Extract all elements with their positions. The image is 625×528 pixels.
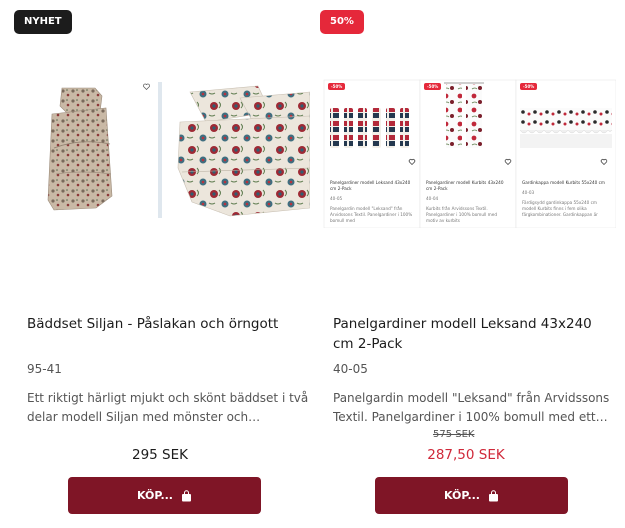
product-title[interactable]: Bäddset Siljan - Påslakan och örngott xyxy=(27,314,310,334)
buy-button-label: KÖP... xyxy=(137,489,173,502)
thumbnail-title: Gardinkappa modell Kurbits 55x240 cm xyxy=(522,180,605,185)
sale-price: 287,50 SEK xyxy=(427,447,505,463)
product-card-siljan[interactable]: NYHET Bäddset Siljan - Påslakan och örng… xyxy=(10,0,311,528)
product-description: Ett riktigt härligt mjukt och skönt bädd… xyxy=(27,391,309,424)
thumbnail-sku: 40-05 xyxy=(330,196,343,201)
heart-icon-small xyxy=(143,83,150,90)
thumbnail-discount-badge: -50% xyxy=(520,83,538,90)
product-image-graphic xyxy=(47,82,311,218)
thumbnail-sku: 40-04 xyxy=(426,196,439,201)
product-description: Panelgardin modell "Leksand" från Arvids… xyxy=(333,391,610,424)
buy-button[interactable]: KÖP... xyxy=(68,477,261,514)
original-price: 575 SEK xyxy=(433,429,475,440)
duvet-on-bed-photo xyxy=(177,85,311,217)
product-image[interactable] xyxy=(10,78,311,228)
discount-badge: 50% xyxy=(320,10,364,34)
product-image[interactable]: -50% -50% -50% Panelgardiner modell Leks… xyxy=(316,78,617,229)
duvet-folded-photo xyxy=(47,87,113,211)
product-sku: 40-05 xyxy=(333,362,368,376)
thumbnail-discount-badge: -50% xyxy=(424,83,442,90)
buy-button[interactable]: KÖP... xyxy=(375,477,568,514)
new-badge: NYHET xyxy=(14,10,72,34)
thumbnail-sku: 40-03 xyxy=(522,190,535,195)
thumbnail-title: Panelgardiner modell Kurbits 43x240 cm 2… xyxy=(426,180,504,191)
thumbnail-discount-badge: -50% xyxy=(328,83,346,90)
shopping-bag-icon xyxy=(488,489,498,501)
thumbnail-description: Färdigsydd gardinkappa 55x240 cm modell … xyxy=(522,200,598,217)
product-sku: 95-41 xyxy=(27,362,62,376)
thumbnail-title: Panelgardiner modell Leksand 43x240 cm 2… xyxy=(330,180,411,191)
thumbnail-description: Kurbits från Arvidssons Textil. Panelgar… xyxy=(426,206,497,223)
product-price: 295 SEK xyxy=(131,447,188,463)
buy-button-label: KÖP... xyxy=(444,489,480,502)
thumbnail-description: Panelgardin modell "Leksand" från Arvids… xyxy=(330,206,413,223)
product-card-leksand[interactable]: 50% -50% -50% -50% Panelgardiner modell … xyxy=(316,0,617,528)
product-title[interactable]: Panelgardiner modell Leksand 43x240 cm 2… xyxy=(333,314,616,354)
shopping-bag-icon xyxy=(181,489,191,501)
